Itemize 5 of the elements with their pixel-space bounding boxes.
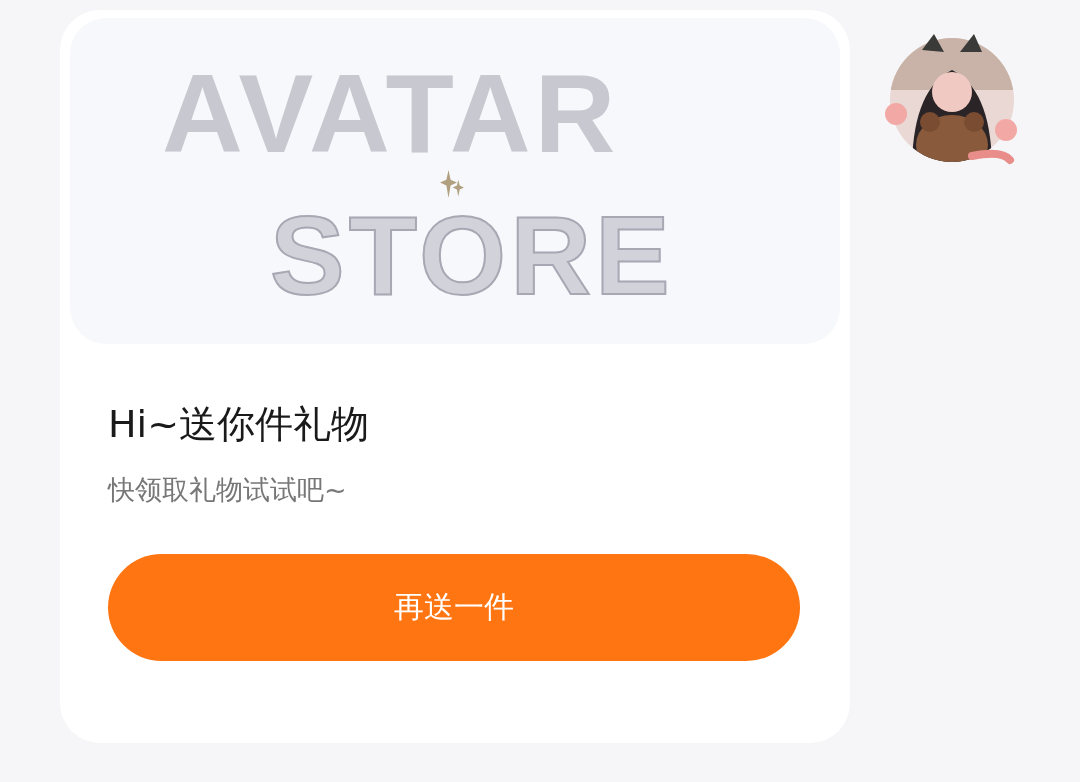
- send-again-button[interactable]: 再送一件: [108, 554, 800, 661]
- message-title: Hi~送你件礼物: [108, 402, 370, 448]
- banner-heading: STORE: [270, 200, 674, 312]
- message-subtitle: 快领取礼物试试吧~: [108, 473, 348, 506]
- sparkle-icon: [440, 170, 464, 198]
